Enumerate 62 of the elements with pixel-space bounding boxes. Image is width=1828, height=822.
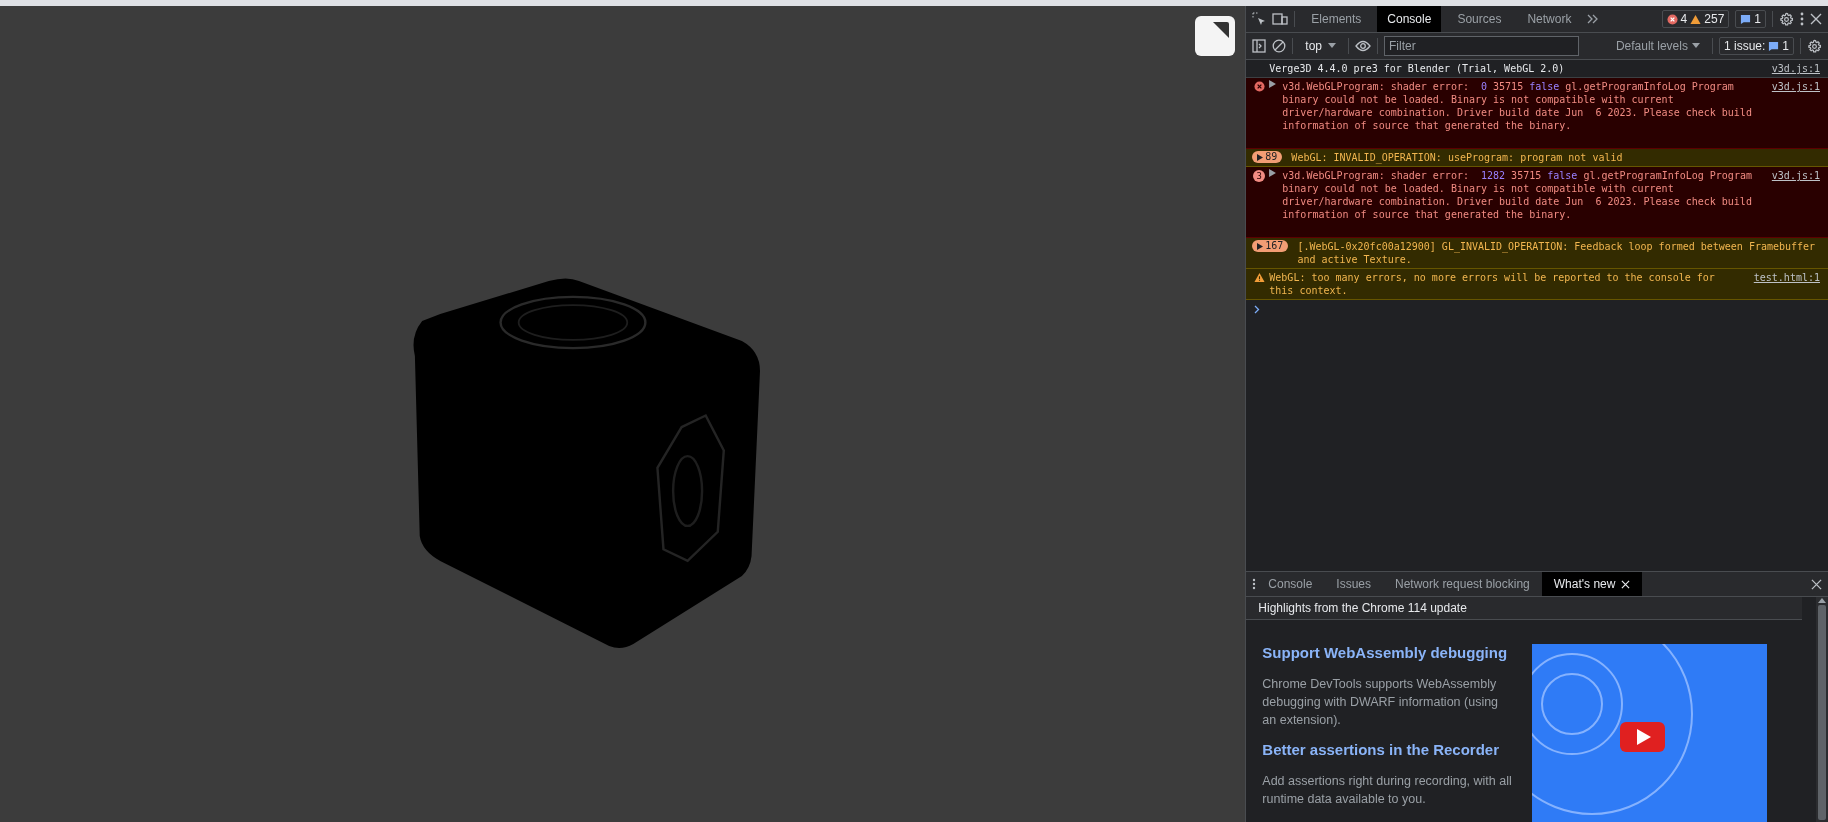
drawer-tab[interactable]: Issues	[1324, 572, 1384, 596]
console-message: WebGL: too many errors, no more errors will be reported to the console for this context.	[1269, 271, 1716, 297]
warning-count: 257	[1704, 12, 1725, 26]
caret-icon	[1328, 43, 1336, 49]
fullscreen-icon	[1213, 22, 1230, 38]
console-message: [.WebGL-0x20fc00a12900] GL_INVALID_OPERATION: Feedback loop formed between Framebuffer and active Texture.	[1297, 240, 1817, 266]
repeat-count-badge: 167	[1252, 240, 1289, 252]
whats-new-header: Highlights from the Chrome 114 update	[1246, 597, 1802, 620]
caret-icon	[1691, 43, 1700, 49]
console-message: WebGL: INVALID_OPERATION: useProgram: program not valid	[1291, 151, 1624, 164]
repeat-count-badge: 89	[1252, 151, 1283, 163]
error-icon	[1666, 13, 1678, 25]
triangle-icon	[1257, 242, 1264, 250]
message-icon	[1740, 13, 1752, 25]
context-dropdown[interactable]: top	[1299, 38, 1342, 54]
warning-icon	[1253, 272, 1265, 283]
close-icon[interactable]	[1811, 578, 1822, 590]
article-title[interactable]: Support WebAssembly debugging	[1262, 644, 1513, 661]
panel-tab[interactable]: Console	[1377, 6, 1442, 32]
more-options-icon[interactable]	[1800, 12, 1804, 26]
error-count-badge: 3	[1253, 170, 1266, 182]
clear-console-icon[interactable]	[1272, 39, 1287, 53]
console-message: v3d.WebGLProgram: shader error: 0 35715 false gl.getProgramInfoLog Program binary could not be loaded. Binary is not compatible with current driver/hardware combination. Driver build date Jun 6 2023. Please check build information of source that generated the binary.	[1282, 80, 1753, 133]
levels-dropdown[interactable]: Default levels	[1609, 38, 1706, 54]
source-link[interactable]: v3d.js:1	[1771, 80, 1820, 93]
console-settings-icon[interactable]	[1807, 38, 1822, 54]
more-tabs-icon[interactable]	[1587, 14, 1600, 24]
source-link[interactable]: v3d.js:1	[1771, 169, 1820, 182]
warning-icon	[1690, 13, 1702, 25]
prompt-chevron-icon[interactable]	[1254, 305, 1261, 314]
panel-tab[interactable]: Network	[1517, 6, 1582, 32]
expand-triangle-icon[interactable]	[1269, 169, 1277, 177]
settings-icon[interactable]	[1779, 11, 1794, 27]
source-link[interactable]: test.html:1	[1753, 271, 1820, 284]
drawer-tab[interactable]: What's new	[1541, 572, 1643, 596]
message-icon	[1768, 40, 1780, 52]
console-message: v3d.WebGLProgram: shader error: 1282 35715 false gl.getProgramInfoLog Program binary could not be loaded. Binary is not compatible with current driver/hardware combination. Driver build date Jun 6 2023. Please check build information of source that generated the binary.	[1282, 169, 1753, 222]
drawer-menu-icon[interactable]	[1252, 578, 1257, 590]
article-text: Chrome DevTools supports WebAssembly debugging with DWARF information (using an extension).	[1262, 676, 1500, 729]
panel-tab[interactable]: Sources	[1447, 6, 1512, 32]
issues-button[interactable]: 1 issue: 1	[1718, 37, 1794, 55]
scrollbar[interactable]	[1816, 597, 1828, 822]
eye-icon[interactable]	[1355, 40, 1371, 52]
sidebar-toggle-icon[interactable]	[1252, 39, 1267, 53]
fullscreen-button[interactable]	[1195, 16, 1236, 56]
expand-triangle-icon[interactable]	[1269, 80, 1277, 88]
source-link[interactable]: v3d.js:1	[1771, 62, 1820, 75]
issue-counter[interactable]: 4 257	[1661, 10, 1730, 28]
error-count: 4	[1680, 12, 1688, 26]
device-toolbar-icon[interactable]	[1272, 12, 1289, 26]
filter-field[interactable]: Filter	[1384, 36, 1579, 56]
inspect-element-icon[interactable]	[1252, 12, 1267, 26]
drawer-tab[interactable]: Console	[1256, 572, 1325, 596]
message-counter[interactable]: 1	[1735, 10, 1766, 28]
article-text: Add assertions right during recording, with all runtime data available to you.	[1262, 773, 1513, 808]
article-title[interactable]: Better assertions in the Recorder	[1262, 741, 1513, 758]
close-icon[interactable]	[1810, 13, 1822, 25]
drawer-tab[interactable]: Network request blocking	[1383, 572, 1542, 596]
error-icon	[1253, 81, 1265, 92]
panel-tab[interactable]: Elements	[1301, 6, 1372, 32]
triangle-icon	[1257, 153, 1264, 161]
console-message: Verge3D 4.4.0 pre3 for Blender (Trial, WebGL 2.0)	[1269, 62, 1566, 75]
